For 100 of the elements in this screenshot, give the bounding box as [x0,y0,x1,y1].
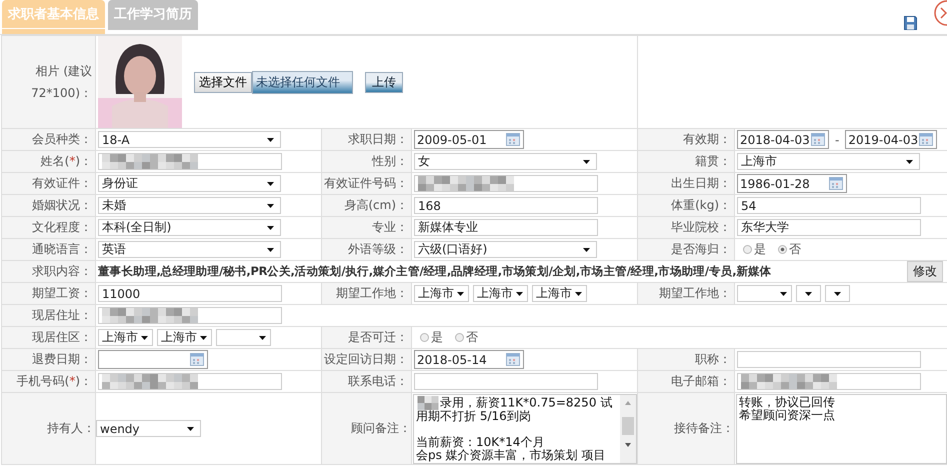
dropdown[interactable]: 上海市 [98,329,153,346]
caret-icon [267,138,274,142]
field-label: 相片 (建议72*100)： [30,63,92,102]
dropdown[interactable]: 未婚 [98,197,281,214]
input-field[interactable] [414,373,598,390]
field-label: 籍贯： [695,154,732,168]
field-label: 期望工资： [32,286,92,300]
input-field[interactable] [98,153,282,170]
caret-icon [780,292,788,296]
field-label: 外语等级： [348,242,408,256]
input-field[interactable] [737,351,922,368]
upload-button[interactable]: 上传 [365,72,403,92]
dropdown[interactable]: 本科(全日制) [98,219,281,236]
calendar-icon[interactable] [919,133,934,146]
field-label: 职称： [695,352,732,366]
input-field[interactable]: 168 [414,197,598,214]
calendar-icon[interactable] [829,177,844,190]
input-field[interactable] [414,175,598,192]
field-label: 求职内容： [32,264,92,278]
input-field[interactable] [737,373,922,390]
field-label: 有效期： [683,132,732,146]
caret-icon [267,182,274,186]
file-status: 未选择任何文件 [252,70,353,94]
field-label: 退费日期： [32,352,92,366]
note-line: 录用，薪资11K*0.75=8250 试用期不打折 5/16到岗 [416,395,612,423]
radio-option[interactable]: 是 [420,329,443,346]
field-label: 接待备注： [674,421,734,435]
note-line: 希望顾问资深一点 [739,408,836,422]
dropdown[interactable]: 身份证 [98,175,281,192]
date-field[interactable]: 2019-04-03 [845,130,938,149]
input-field[interactable]: 11000 [98,285,282,302]
text-area[interactable]: 录用，薪资11K*0.75=8250 试用期不打折 5/16到岗 当前薪资：10K*14个月 会ps 媒介资源丰富，市场策划 项目 [413,394,637,464]
dropdown[interactable]: 上海市 [473,285,528,302]
dropdown[interactable]: wendy [96,420,201,437]
choose-file-button[interactable]: 选择文件 [194,72,252,92]
note-line: 当前薪资：10K*14个月 [416,435,544,449]
dropdown[interactable]: 上海市 [157,329,212,346]
field-label: 专业： [372,220,408,234]
caret-icon [457,292,464,296]
radio-option[interactable]: 是 [743,241,766,258]
input-field[interactable] [98,373,282,390]
calendar-icon[interactable] [506,133,520,146]
caret-icon [259,336,266,340]
calendar-icon[interactable] [190,353,204,366]
input-field[interactable]: 54 [737,197,922,214]
input-field[interactable] [98,307,282,324]
field-label: 设定回访日期： [324,352,408,366]
dropdown[interactable]: 上海市 [414,285,469,302]
field-label: 电子邮箱： [671,374,732,388]
date-field[interactable]: 2018-05-14 [414,350,524,369]
text-area[interactable]: 转账，协议已回传 希望顾问资深一点 [736,394,947,464]
field-label: 顾问备注： [351,421,410,435]
caret-icon [516,292,523,296]
field-label: 文化程度： [32,220,92,234]
caret-icon [187,426,194,430]
dropdown[interactable]: 六级(口语好) [414,241,597,258]
dropdown[interactable]: 女 [414,153,597,170]
note-line: 会ps 媒介资源丰富，市场策划 项目 [416,448,606,462]
input-field[interactable]: 东华大学 [737,219,922,236]
input-field[interactable]: 新媒体专业 [414,219,598,236]
dropdown[interactable] [796,285,822,302]
field-label: 手机号码(*)： [16,374,92,388]
field-label: 期望工作地： [336,286,408,300]
caret-icon [575,292,582,296]
caret-icon [267,226,274,230]
dropdown[interactable]: 上海市 [737,153,920,170]
radio-option[interactable]: 否 [778,241,802,258]
job-content-text: 董事长助理,总经理助理/秘书,PR公关,活动策划/执行,媒介主管/经理,品牌经理,市场策划/企划,市场主管/经理,市场助理/专员,新媒体 [98,264,772,279]
field-label: 期望工作地： [659,286,732,300]
field-label: 身高(cm)： [344,198,408,212]
date-field[interactable]: 1986-01-28 [737,174,848,193]
edit-button[interactable]: 修改 [907,262,944,282]
dropdown[interactable]: 上海市 [532,285,587,302]
field-label: 现居住址： [32,308,92,322]
caret-icon [834,292,842,296]
caret-icon [141,336,148,340]
radio-option[interactable]: 否 [455,329,478,346]
dropdown[interactable]: 英语 [98,241,281,258]
caret-icon [267,248,274,252]
calendar-icon[interactable] [811,133,826,146]
field-label: 出生日期： [671,176,732,190]
range-separator: - [835,132,840,146]
caret-icon [583,248,590,252]
save-icon[interactable] [904,16,917,30]
field-label: 现居住区： [32,330,92,344]
caret-icon [267,204,274,208]
field-label: 姓名(*)： [40,154,92,168]
caret-icon [583,160,590,164]
field-label: 是否海归： [671,242,732,256]
field-label: 是否可迁： [348,330,408,344]
date-field[interactable]: 2018-04-03 [737,130,830,149]
scrollbar[interactable] [620,395,636,463]
date-field[interactable]: 2009-05-01 [414,130,524,149]
field-label: 婚姻状况： [32,198,92,212]
field-label: 会员种类： [32,132,92,146]
field-label: 有效证件号码： [324,176,408,190]
dropdown[interactable]: 18-A [98,131,281,148]
date-field[interactable] [98,350,208,369]
dropdown[interactable] [825,285,850,302]
calendar-icon[interactable] [506,353,520,366]
